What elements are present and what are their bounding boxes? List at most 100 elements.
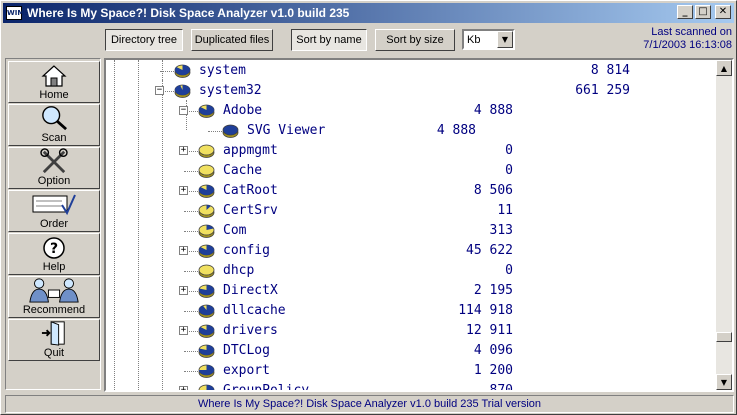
folder-name: system: [199, 63, 246, 78]
expand-icon[interactable]: +: [179, 246, 188, 255]
directory-tree-view[interactable]: system 8 814− system32 661 259− Adobe 4 888 SV…: [104, 58, 734, 392]
folder-size: 1 200: [473, 363, 513, 378]
expand-icon[interactable]: +: [179, 386, 188, 390]
sidebar-option-button[interactable]: Option: [8, 147, 100, 189]
tree-connector: [184, 271, 198, 272]
disk-usage-pie-icon: [198, 324, 215, 338]
toolbar: Directory tree Duplicated files Sort by …: [1, 25, 737, 55]
tree-row[interactable]: system 8 814: [106, 61, 716, 81]
window-title: Where Is My Space?! Disk Space Analyzer …: [27, 6, 350, 20]
exit-door-icon: [41, 321, 65, 346]
sidebar-label-quit: Quit: [43, 347, 65, 359]
folder-name: CertSrv: [223, 203, 278, 218]
folder-name: DirectX: [223, 283, 278, 298]
sidebar-order-button[interactable]: Order: [8, 190, 100, 232]
home-icon: [41, 65, 67, 87]
last-scanned-info: Last scanned on 7/1/2003 16:13:08: [643, 26, 732, 52]
tree-row[interactable]: + DirectX 2 195: [106, 281, 716, 301]
expand-icon[interactable]: +: [179, 146, 188, 155]
sidebar-label-order: Order: [39, 218, 69, 230]
tree-connector: [184, 211, 198, 212]
folder-name: dllcache: [223, 303, 286, 318]
tree-connector: [184, 311, 198, 312]
disk-usage-pie-icon: [198, 244, 215, 258]
expand-icon[interactable]: +: [179, 326, 188, 335]
tree-row[interactable]: + appmgmt 0: [106, 141, 716, 161]
duplicated-files-button[interactable]: Duplicated files: [191, 29, 273, 51]
sidebar-recommend-button[interactable]: Recommend: [8, 276, 100, 318]
tree-row[interactable]: + drivers 12 911: [106, 321, 716, 341]
disk-usage-pie-icon: [198, 144, 215, 158]
sidebar-label-scan: Scan: [41, 132, 67, 144]
expand-icon[interactable]: +: [179, 186, 188, 195]
collapse-icon[interactable]: −: [155, 86, 164, 95]
question-icon: ?: [43, 237, 65, 259]
collapse-icon[interactable]: −: [179, 106, 188, 115]
tree-row[interactable]: + GroupPolicy 870: [106, 381, 716, 390]
tree-row[interactable]: SVG Viewer 4 888: [106, 121, 716, 141]
order-form-icon: [32, 194, 76, 216]
close-button[interactable]: ✕: [715, 5, 731, 19]
disk-usage-pie-icon: [198, 304, 215, 318]
folder-size: 2 195: [473, 283, 513, 298]
folder-size: 11: [497, 203, 513, 218]
last-scanned-label: Last scanned on: [651, 26, 732, 38]
tree-row[interactable]: + CatRoot 8 506: [106, 181, 716, 201]
folder-size: 4 888: [436, 123, 476, 138]
sort-by-name-button[interactable]: Sort by name: [291, 29, 367, 51]
tree-row[interactable]: dllcache 114 918: [106, 301, 716, 321]
folder-name: export: [223, 363, 270, 378]
scroll-thumb[interactable]: [716, 332, 732, 342]
disk-usage-pie-icon: [198, 204, 215, 218]
app-window: WIMS Where Is My Space?! Disk Space Anal…: [0, 0, 737, 415]
sort-by-size-button[interactable]: Sort by size: [375, 29, 455, 51]
tree-row[interactable]: export 1 200: [106, 361, 716, 381]
unit-value: Kb: [467, 33, 481, 46]
unit-select[interactable]: Kb ▼: [462, 29, 515, 50]
disk-usage-pie-icon: [174, 84, 191, 98]
scroll-up-button[interactable]: ▲: [716, 60, 732, 76]
tree-row[interactable]: − system32 661 259: [106, 81, 716, 101]
minimize-button[interactable]: _: [677, 5, 693, 19]
tree-connector: [184, 171, 198, 172]
title-bar[interactable]: WIMS Where Is My Space?! Disk Space Anal…: [3, 3, 734, 23]
folder-size: 0: [505, 263, 513, 278]
sidebar-scan-button[interactable]: Scan: [8, 104, 100, 146]
tree-row[interactable]: Cache 0: [106, 161, 716, 181]
sidebar-label-option: Option: [37, 175, 71, 187]
tree-row[interactable]: Com 313: [106, 221, 716, 241]
disk-usage-pie-icon: [198, 164, 215, 178]
status-bar: Where Is My Space?! Disk Space Analyzer …: [5, 395, 734, 413]
tools-icon: [40, 148, 68, 174]
disk-usage-pie-icon: [222, 124, 239, 138]
sidebar-label-recommend: Recommend: [22, 304, 86, 316]
scroll-down-button[interactable]: ▼: [716, 374, 732, 390]
directory-tree-button[interactable]: Directory tree: [105, 29, 183, 51]
sidebar-quit-button[interactable]: Quit: [8, 319, 100, 361]
svg-text:?: ?: [50, 241, 58, 257]
sidebar-label-help: Help: [42, 261, 66, 273]
app-icon[interactable]: WIMS: [6, 6, 29, 20]
folder-size: 313: [489, 223, 513, 238]
tree-row[interactable]: − Adobe 4 888: [106, 101, 716, 121]
disk-usage-pie-icon: [198, 364, 215, 378]
folder-name: CatRoot: [223, 183, 278, 198]
disk-usage-pie-icon: [198, 284, 215, 298]
maximize-button[interactable]: □: [695, 5, 711, 19]
tree-row[interactable]: + config 45 622: [106, 241, 716, 261]
folder-name: Com: [223, 223, 247, 238]
tree-connector: [184, 371, 198, 372]
tree-row[interactable]: CertSrv 11: [106, 201, 716, 221]
tree-row[interactable]: DTCLog 4 096: [106, 341, 716, 361]
vertical-scrollbar[interactable]: ▲ ▼: [716, 60, 732, 390]
sidebar-home-button[interactable]: Home: [8, 61, 100, 103]
folder-size: 870: [490, 381, 513, 390]
tree-connector: [208, 131, 222, 132]
sidebar-help-button[interactable]: ? Help: [8, 233, 100, 275]
disk-usage-pie-icon: [198, 264, 215, 278]
dropdown-arrow-icon[interactable]: ▼: [497, 31, 513, 48]
tree-row[interactable]: dhcp 0: [106, 261, 716, 281]
folder-size: 12 911: [466, 323, 513, 338]
folder-size: 114 918: [458, 303, 513, 318]
expand-icon[interactable]: +: [179, 286, 188, 295]
